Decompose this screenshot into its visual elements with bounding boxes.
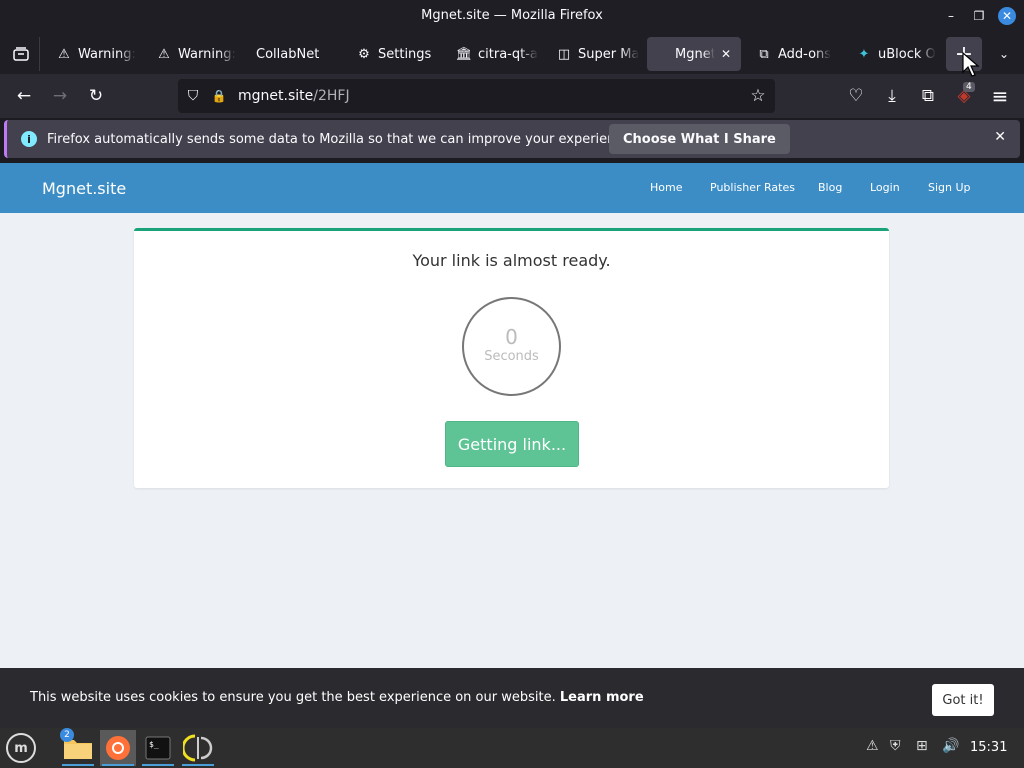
navigation-toolbar: ← → ↻ ⛉ 🔒 mgnet.site/2HFJ ☆ ♡ ⤓ ⧉ ◈ 4 ≡ bbox=[0, 74, 1024, 118]
warning-icon: ⚠ bbox=[58, 46, 70, 62]
cookie-learn-more-link[interactable]: Learn more bbox=[560, 690, 644, 705]
citra-icon bbox=[183, 734, 213, 762]
tab-settings[interactable]: ⚙ Settings bbox=[348, 37, 440, 71]
tab-close-icon[interactable]: ✕ bbox=[721, 47, 731, 61]
app-menu-icon[interactable]: ≡ bbox=[985, 81, 1015, 111]
nav-home-link[interactable]: Home bbox=[650, 181, 682, 194]
tab-collabnet[interactable]: CollabNet bbox=[248, 37, 340, 71]
tab-warning-2[interactable]: ⚠ Warning: bbox=[148, 37, 240, 71]
cookie-message: This website uses cookies to ensure you … bbox=[30, 690, 644, 705]
countdown-timer: 0 Seconds bbox=[462, 297, 561, 396]
volume-icon[interactable]: 🔊 bbox=[942, 738, 959, 754]
notification-close-icon[interactable]: ✕ bbox=[994, 129, 1006, 145]
card-heading: Your link is almost ready. bbox=[412, 251, 611, 270]
minimize-button[interactable]: – bbox=[942, 7, 960, 25]
url-path: /2HFJ bbox=[313, 88, 350, 104]
terminal-app-icon[interactable]: $_ bbox=[140, 730, 176, 766]
tab-label: uBlock O bbox=[878, 46, 936, 62]
gear-icon: ⚙ bbox=[358, 46, 370, 62]
nav-blog-link[interactable]: Blog bbox=[818, 181, 842, 194]
tab-label: Super Ma bbox=[578, 46, 640, 62]
tab-label: Mgnet. bbox=[675, 46, 715, 62]
shield-icon[interactable]: ⛉ bbox=[178, 88, 208, 104]
lock-icon[interactable]: 🔒 bbox=[208, 89, 230, 103]
tab-add-ons[interactable]: ⧉ Add-ons bbox=[748, 37, 840, 71]
tab-label: Warning: bbox=[78, 46, 136, 62]
notification-text: Firefox automatically sends some data to… bbox=[47, 131, 635, 147]
tab-super-ma[interactable]: ◫ Super Ma bbox=[548, 37, 640, 71]
shield-tray-icon[interactable]: ⛨ bbox=[890, 738, 901, 754]
link-card: Your link is almost ready. 0 Seconds Get… bbox=[134, 228, 889, 488]
maximize-button[interactable]: ❐ bbox=[970, 7, 988, 25]
tab-list-icon bbox=[12, 47, 29, 61]
pocket-icon[interactable]: ♡ bbox=[841, 81, 871, 111]
firefox-app-icon[interactable] bbox=[100, 730, 136, 766]
network-icon[interactable]: ⊞ bbox=[916, 738, 928, 754]
url-domain: mgnet.site bbox=[238, 88, 314, 104]
close-window-button[interactable]: ✕ bbox=[998, 7, 1016, 25]
book-icon: ◫ bbox=[557, 46, 571, 62]
tab-citra[interactable]: 🏛 citra-qt-a bbox=[448, 37, 540, 71]
update-notifier-icon[interactable]: ⚠ bbox=[866, 738, 879, 754]
extensions-icon[interactable]: ⧉ bbox=[913, 81, 943, 111]
window-titlebar: Mgnet.site — Mozilla Firefox – ❐ ✕ bbox=[0, 0, 1024, 34]
nav-login-link[interactable]: Login bbox=[870, 181, 900, 194]
nav-signup-link[interactable]: Sign Up bbox=[928, 181, 971, 194]
tab-label: citra-qt-a bbox=[478, 46, 538, 62]
countdown-unit: Seconds bbox=[484, 349, 539, 364]
system-taskbar: m 2 $_ ⚠ ⛨ ⊞ 🔊 15:31 bbox=[0, 728, 1024, 768]
tab-label: CollabNet bbox=[256, 46, 320, 62]
window-title: Mgnet.site — Mozilla Firefox bbox=[421, 8, 603, 23]
site-navbar: Mgnet.site Home Publisher Rates Blog Log… bbox=[0, 163, 1024, 213]
bank-icon: 🏛 bbox=[455, 46, 473, 62]
citra-app-icon[interactable] bbox=[180, 730, 216, 766]
bookmark-star-icon[interactable]: ☆ bbox=[747, 85, 769, 107]
nav-publisher-rates-link[interactable]: Publisher Rates bbox=[710, 181, 795, 194]
cookie-got-it-button[interactable]: Got it! bbox=[932, 684, 994, 716]
tab-label: Warning: bbox=[178, 46, 236, 62]
terminal-icon: $_ bbox=[145, 736, 171, 760]
clock[interactable]: 15:31 bbox=[970, 740, 1007, 755]
choose-what-i-share-button[interactable]: Choose What I Share bbox=[609, 124, 790, 154]
warning-icon: ⚠ bbox=[158, 46, 170, 62]
list-all-tabs-button[interactable] bbox=[2, 37, 40, 71]
get-link-button[interactable]: Getting link... bbox=[445, 421, 579, 467]
url-bar[interactable]: ⛉ 🔒 mgnet.site/2HFJ ☆ bbox=[178, 79, 775, 113]
mouse-cursor-icon bbox=[962, 52, 980, 77]
start-menu-icon[interactable]: m bbox=[6, 733, 36, 763]
data-collection-notification: i Firefox automatically sends some data … bbox=[4, 120, 1020, 158]
page-content: Mgnet.site Home Publisher Rates Blog Log… bbox=[0, 163, 1024, 668]
downloads-icon[interactable]: ⤓ bbox=[877, 81, 907, 111]
firefox-icon bbox=[106, 736, 130, 760]
cookie-text: This website uses cookies to ensure you … bbox=[30, 690, 556, 705]
back-button[interactable]: ← bbox=[9, 81, 39, 111]
countdown-value: 0 bbox=[505, 325, 518, 349]
files-badge: 2 bbox=[60, 728, 74, 742]
ublock-count-badge: 4 bbox=[963, 82, 975, 92]
tab-warning-1[interactable]: ⚠ Warning: bbox=[48, 37, 140, 71]
reload-button[interactable]: ↻ bbox=[81, 81, 111, 111]
tab-label: Add-ons bbox=[778, 46, 832, 62]
tab-label: Settings bbox=[378, 46, 432, 62]
url-text[interactable]: mgnet.site/2HFJ bbox=[238, 88, 350, 104]
tab-ublock[interactable]: ✦ uBlock O bbox=[848, 37, 940, 71]
tab-strip: ⚠ Warning: ⚠ Warning: CollabNet ⚙ Settin… bbox=[0, 34, 1024, 74]
info-icon: i bbox=[21, 131, 37, 147]
forward-button[interactable]: → bbox=[45, 81, 75, 111]
cookie-consent-bar: This website uses cookies to ensure you … bbox=[0, 668, 1024, 728]
site-brand[interactable]: Mgnet.site bbox=[42, 179, 126, 198]
puzzle-icon: ⧉ bbox=[759, 46, 769, 62]
ublock-icon: ✦ bbox=[858, 46, 870, 62]
svg-text:$_: $_ bbox=[149, 740, 159, 749]
tab-overflow-chevron-icon[interactable]: ⌄ bbox=[992, 37, 1016, 71]
tab-mgnet[interactable]: Mgnet. ✕ bbox=[647, 37, 741, 71]
